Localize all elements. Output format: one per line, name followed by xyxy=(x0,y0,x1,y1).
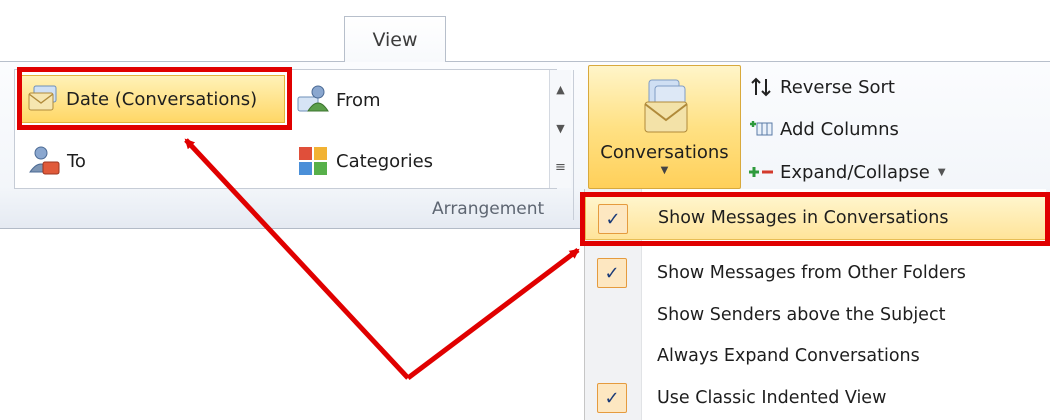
arrangement-categories[interactable]: Categories xyxy=(296,140,433,182)
gallery-scroll-down-button[interactable]: ▼ xyxy=(550,109,571,148)
arrangement-date-conversations[interactable]: Date (Conversations) xyxy=(19,75,285,123)
stacked-envelopes-icon xyxy=(635,76,695,136)
tab-view-label: View xyxy=(372,28,418,51)
arrangement-date-label: Date (Conversations) xyxy=(66,88,258,110)
menu-item-label: Show Senders above the Subject xyxy=(657,305,946,325)
gallery-more-icon: ≡ xyxy=(555,160,566,175)
conversations-button[interactable]: Conversations ▼ xyxy=(588,65,741,189)
from-person-icon xyxy=(296,83,330,117)
dropdown-arrow-icon: ▼ xyxy=(937,166,946,178)
categories-grid-icon xyxy=(296,144,330,178)
reverse-sort-label: Reverse Sort xyxy=(780,76,895,98)
arrangement-categories-label: Categories xyxy=(336,150,434,172)
expand-collapse-label: Expand/Collapse xyxy=(780,161,930,183)
expand-collapse-button[interactable]: Expand/Collapse ▼ xyxy=(746,156,946,188)
chevron-up-icon: ▲ xyxy=(556,83,565,96)
gallery-scrollbar[interactable]: ▲ ▼ ≡ xyxy=(549,70,571,188)
gallery-more-button[interactable]: ≡ xyxy=(550,148,571,187)
arrangement-from-label: From xyxy=(336,89,381,111)
checkmark-icon: ✓ xyxy=(597,383,627,413)
conversations-label: Conversations xyxy=(600,142,729,163)
menu-item-always-expand-conversations[interactable]: Always Expand Conversations xyxy=(585,334,1046,378)
checkmark-icon: ✓ xyxy=(598,204,628,234)
checkmark-icon: ✓ xyxy=(597,258,627,288)
conversations-menu: ✓ Show Messages in Conversations ✓ Show … xyxy=(584,189,1046,420)
menu-item-show-senders-above-subject[interactable]: Show Senders above the Subject xyxy=(585,293,1046,337)
add-columns-icon xyxy=(746,118,776,140)
ribbon-separator xyxy=(573,70,574,220)
tab-view[interactable]: View xyxy=(344,16,446,62)
dropdown-arrow-icon: ▼ xyxy=(660,165,669,176)
group-label-arrangement: Arrangement xyxy=(432,199,545,219)
add-columns-button[interactable]: Add Columns xyxy=(746,113,899,145)
menu-item-show-messages-from-other-folders[interactable]: ✓ Show Messages from Other Folders xyxy=(585,251,1046,295)
menu-item-label: Show Messages from Other Folders xyxy=(657,263,966,283)
annotation-arrow-to-menu xyxy=(406,248,580,380)
menu-item-label: Always Expand Conversations xyxy=(657,346,920,366)
gallery-scroll-up-button[interactable]: ▲ xyxy=(550,70,571,109)
chevron-down-icon: ▼ xyxy=(556,122,565,135)
expand-collapse-icon xyxy=(746,164,776,180)
arrangement-to-label: To xyxy=(67,150,86,172)
envelope-conversations-icon xyxy=(26,82,60,116)
to-person-icon xyxy=(27,144,61,178)
menu-item-show-messages-in-conversations[interactable]: ✓ Show Messages in Conversations xyxy=(585,196,1046,240)
menu-item-label: Use Classic Indented View xyxy=(657,388,887,408)
arrangement-from[interactable]: From xyxy=(296,79,381,121)
arrangement-to[interactable]: To xyxy=(21,140,86,182)
menu-item-use-classic-indented-view[interactable]: ✓ Use Classic Indented View xyxy=(585,376,1046,420)
menu-item-label: Show Messages in Conversations xyxy=(658,208,949,228)
add-columns-label: Add Columns xyxy=(780,118,899,140)
reverse-sort-button[interactable]: Reverse Sort xyxy=(746,71,895,103)
reverse-sort-icon xyxy=(746,75,776,99)
